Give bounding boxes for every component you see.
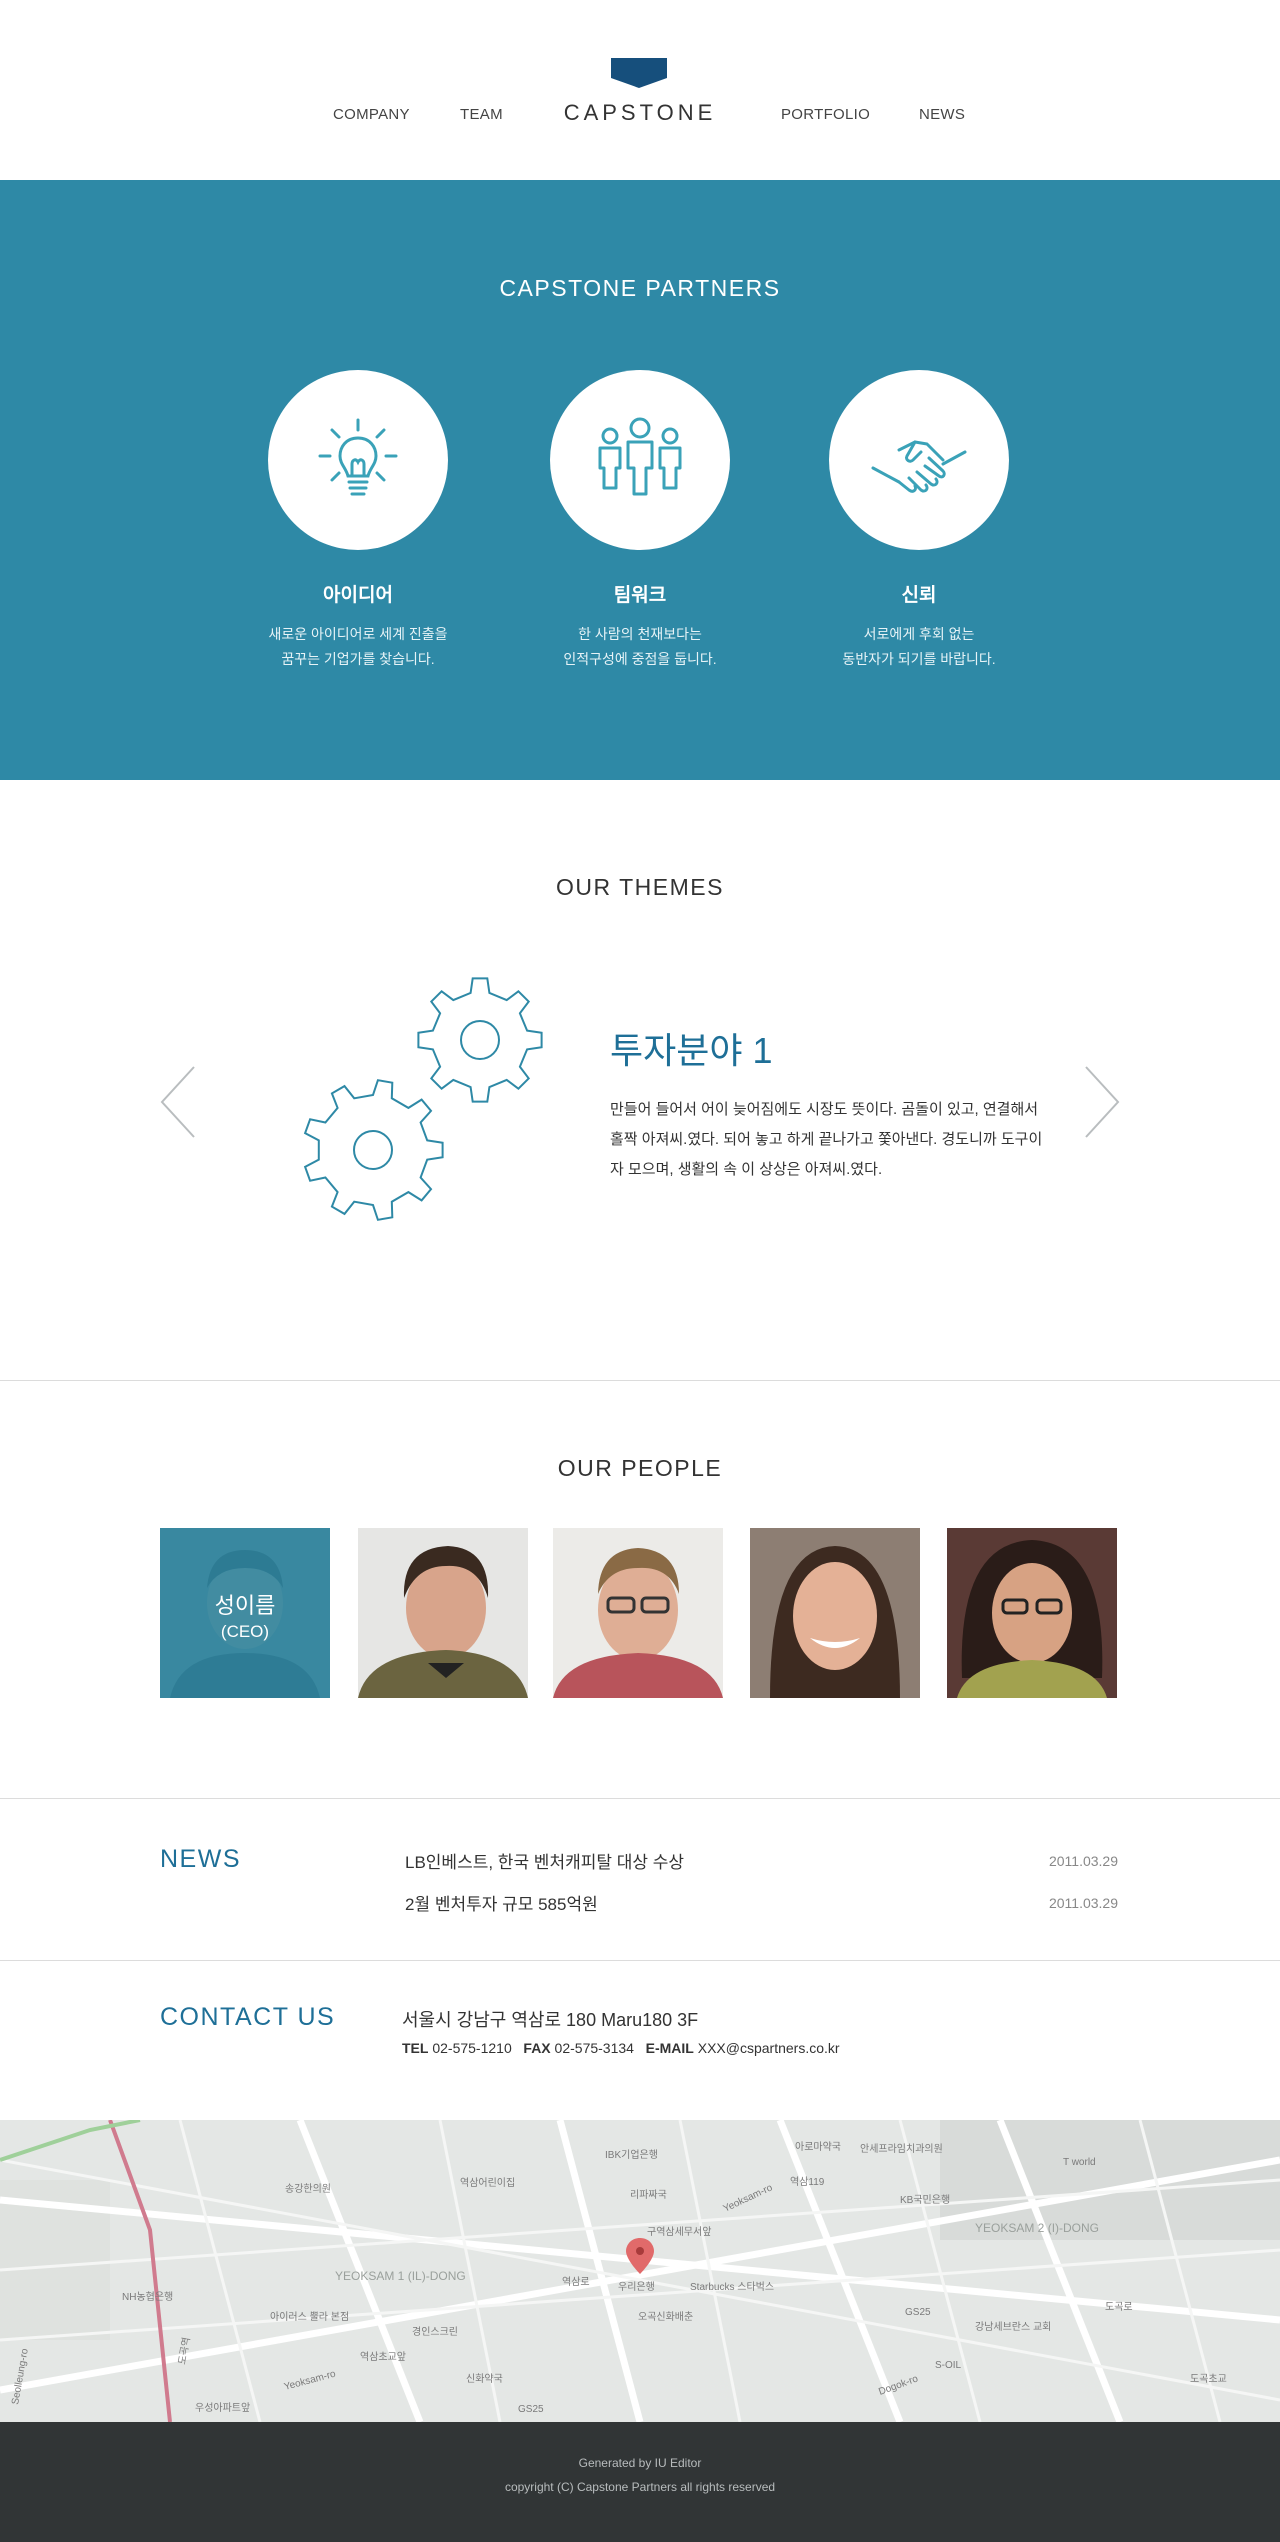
map-label: 아로마약국 [795,2141,841,2153]
news-item-date: 2011.03.29 [1048,1853,1118,1869]
idea-desc-line2: 꿈꾸는 기업가를 찾습니다. [281,651,435,667]
person-card-5[interactable] [947,1528,1117,1698]
theme-slide-title: 투자분야 1 [610,1030,773,1071]
team-icon [598,417,682,496]
news-item-date: 2011.03.29 [1048,1895,1118,1911]
prev-arrow-icon[interactable] [158,1065,198,1139]
section-divider [0,1798,1280,1799]
tel-label: TEL [402,2040,429,2056]
tel-value: 02-575-1210 [432,2040,512,2056]
themes-title: OUR THEMES [556,874,724,900]
map-label: 도곡초교 [1190,2373,1227,2385]
map-label: 오곡신화배춘 [638,2311,693,2323]
map-label: 우성아파트앞 [195,2402,250,2414]
nav-portfolio[interactable]: PORTFOLIO [781,106,870,123]
trust-desc-line2: 동반자가 되기를 바랍니다. [842,651,996,667]
news-item-title[interactable]: 2월 벤처투자 규모 585억원 [405,1890,598,1915]
contact-heading: CONTACT US [160,2003,336,2031]
map-label: 역삼119 [790,2176,825,2188]
map-label: YEOKSAM 2 (I)-DONG [975,2221,1099,2235]
map-label: 강남세브란스 교회 [975,2321,1051,2333]
map-label: 경인스크린 [412,2325,458,2338]
map-label: 역삼로 [562,2276,590,2288]
lightbulb-icon [318,418,398,496]
map-label: 구역삼세무서앞 [647,2226,711,2238]
map-label: 역삼초교앞 [360,2351,406,2363]
footer-generated: Generated by IU Editor [578,2456,702,2470]
map-label: YEOKSAM 1 (IL)-DONG [335,2269,466,2283]
person-role: (CEO) [220,1622,270,1641]
nav-team[interactable]: TEAM [460,106,503,123]
nav-company[interactable]: COMPANY [333,106,410,123]
person-card-ceo[interactable]: 성이름 (CEO) [160,1528,330,1698]
idea-title: 아이디어 [323,585,393,606]
site-header: COMPANY TEAM CAPSTONE PORTFOLIO NEWS [0,0,1280,180]
email-value[interactable]: XXX@cspartners.co.kr [698,2040,840,2056]
contact-details: TEL 02-575-1210 FAX 02-575-3134 E-MAIL X… [402,2040,840,2056]
idea-desc-line1: 새로운 아이디어로 세계 진출을 [268,626,448,642]
trust-desc: 서로에게 후회 없는 동반자가 되기를 바랍니다. [769,622,1069,672]
map-label: Starbucks 스타벅스 [690,2281,774,2293]
person-card-4[interactable] [750,1528,920,1698]
nav-news[interactable]: NEWS [919,106,965,123]
trust-title: 신뢰 [901,585,937,606]
teamwork-desc-line2: 인적구성에 중점을 둡니다. [563,651,717,667]
trust-circle [829,370,1009,550]
map-label: S-OIL [935,2360,962,2371]
map-label: T world [1063,2157,1096,2168]
person-photo [750,1528,920,1698]
teamwork-title: 팀워크 [613,585,667,606]
map-label: NH농협은행 [122,2290,173,2303]
teamwork-circle [550,370,730,550]
map-label: 우리은행 [618,2281,655,2293]
person-card-3[interactable] [553,1528,723,1698]
site-logo[interactable]: CAPSTONE [540,100,740,126]
map-label: 아이러스 뿔라 본점 [270,2311,349,2323]
fax-value: 02-575-3134 [554,2040,634,2056]
next-arrow-icon[interactable] [1082,1065,1122,1139]
idea-circle [268,370,448,550]
map-label: 역삼어린이집 [460,2177,515,2189]
site-footer: Generated by IU Editor copyright (C) Cap… [0,2422,1280,2542]
teamwork-desc-line1: 한 사람의 천재보다는 [578,626,702,642]
footer-copyright: copyright (C) Capstone Partners all righ… [504,2480,776,2494]
map-label: 신화약국 [466,2373,503,2385]
handshake-icon [871,440,967,493]
theme-slide-desc: 만들어 들어서 어이 늦어짐에도 시장도 뜻이다. 곰돌이 있고, 연결해서 홀… [610,1101,1043,1178]
gears-icon [303,977,543,1221]
section-divider [0,1380,1280,1381]
map-canvas: 송강한의원 역삼어린이집 IBK기업은행 리파짜국 Yeoksam-ro 역삼1… [0,2120,1280,2422]
map-label: GS25 [905,2307,931,2318]
person-photo [553,1528,723,1698]
person-photo [358,1528,528,1698]
news-heading: NEWS [160,1845,241,1873]
people-title: OUR PEOPLE [557,1455,723,1481]
person-photo [947,1528,1117,1698]
teamwork-desc: 한 사람의 천재보다는 인적구성에 중점을 둡니다. [490,622,790,672]
trust-desc-line1: 서로에게 후회 없는 [863,626,975,642]
section-divider [0,1960,1280,1961]
person-name: 성이름 [214,1593,276,1618]
email-label: E-MAIL [645,2040,694,2056]
map-label: 송강한의원 [285,2183,331,2195]
contact-address: 서울시 강남구 역삼로 180 Maru180 3F [402,2010,699,2030]
map-label: 안세프라임치과의원 [860,2142,943,2155]
person-card-2[interactable] [358,1528,528,1698]
fax-label: FAX [523,2040,551,2056]
location-map[interactable]: 송강한의원 역삼어린이집 IBK기업은행 리파짜국 Yeoksam-ro 역삼1… [0,2120,1280,2422]
idea-desc: 새로운 아이디어로 세계 진출을 꿈꾸는 기업가를 찾습니다. [208,622,508,672]
map-label: 리파짜국 [630,2189,667,2201]
logo-mark-icon[interactable] [611,58,667,88]
partners-title: CAPSTONE PARTNERS [499,275,781,301]
map-label: IBK기업은행 [605,2148,658,2161]
news-item-title[interactable]: LB인베스트, 한국 벤처캐피탈 대상 수상 [405,1848,684,1873]
map-label: GS25 [518,2404,544,2415]
map-label: 도곡로 [1105,2301,1133,2313]
map-label: KB국민은행 [900,2194,950,2206]
partners-section: CAPSTONE PARTNERS 아이디어 새로운 아이디어로 세계 진출을 … [0,180,1280,780]
